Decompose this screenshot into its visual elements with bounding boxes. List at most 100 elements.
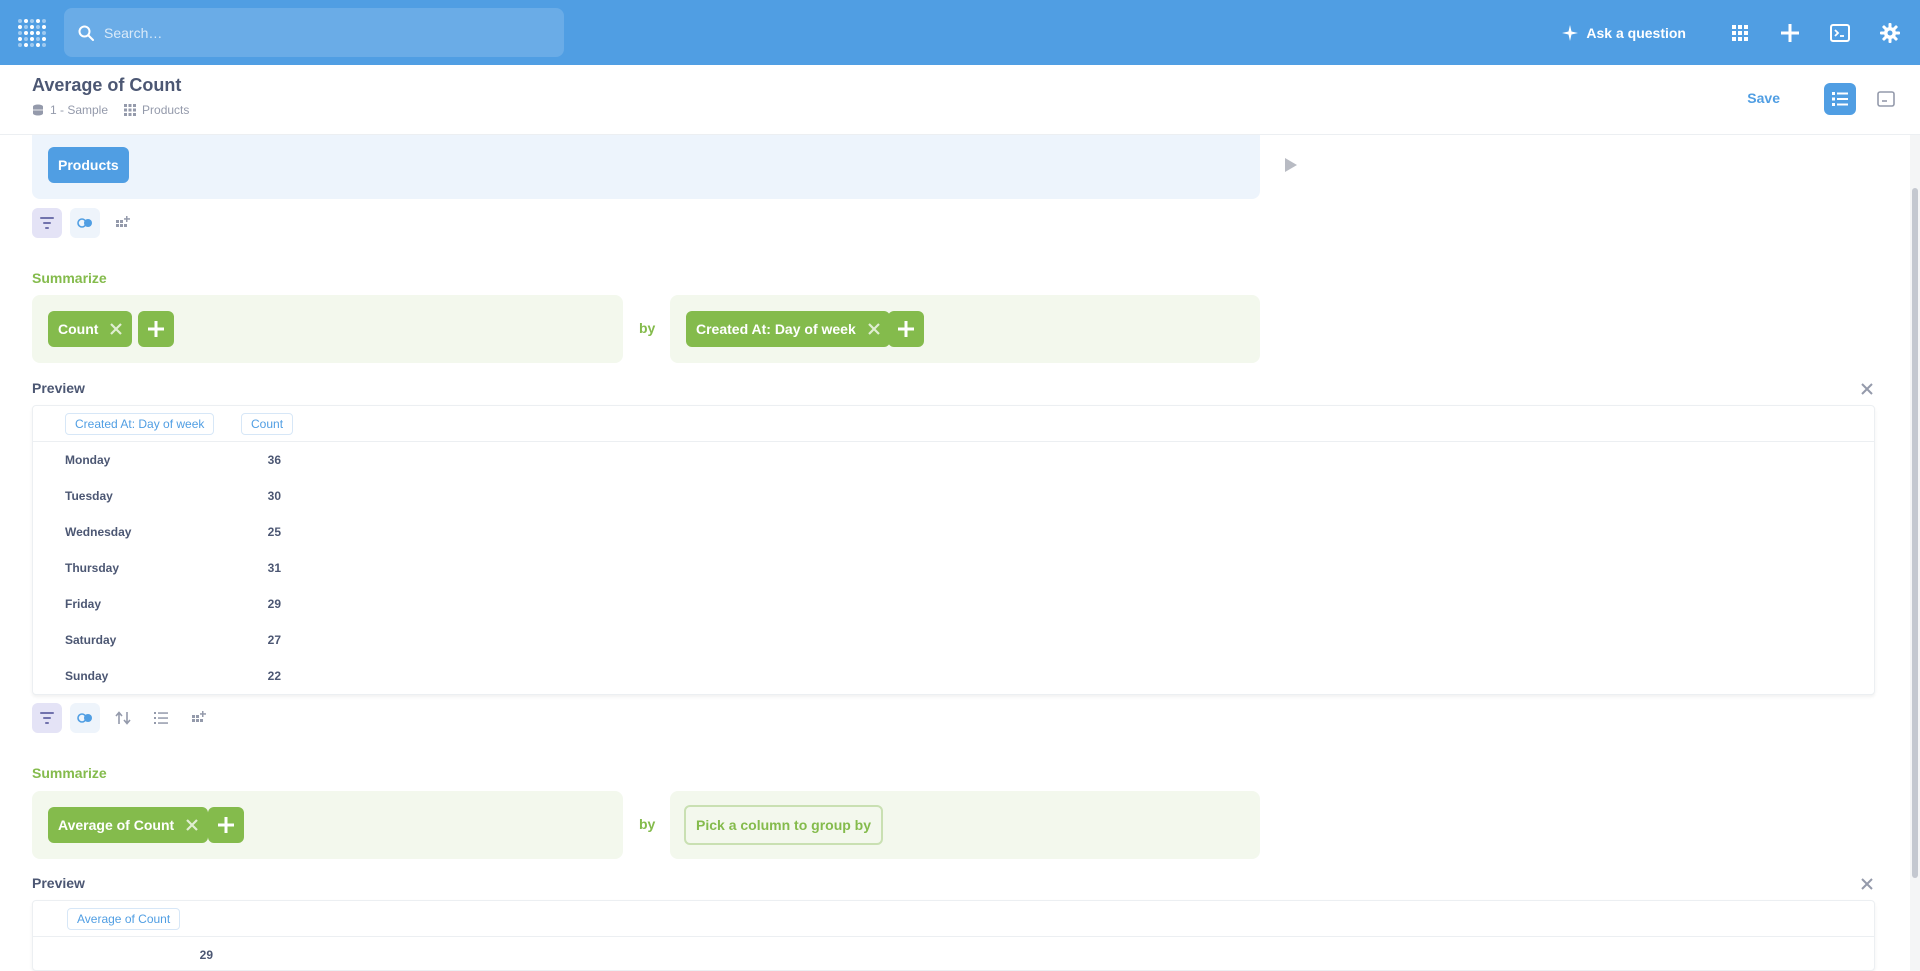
metabase-logo-icon[interactable] xyxy=(18,19,46,47)
table-cell: Saturday xyxy=(65,633,117,647)
table-cell: 27 xyxy=(267,633,281,647)
breakout-label: Created At: Day of week xyxy=(696,321,856,337)
table-cell: 30 xyxy=(267,489,281,503)
summarize-breakout-box-2: Pick a column to group by xyxy=(670,791,1260,859)
add-breakout-button[interactable] xyxy=(888,311,924,347)
filter-icon xyxy=(40,712,54,724)
close-icon[interactable] xyxy=(867,323,880,335)
breadcrumb-table[interactable]: Products xyxy=(124,103,189,117)
list-icon xyxy=(154,712,168,724)
table-cell: 29 xyxy=(199,948,213,962)
sort-action-button[interactable] xyxy=(108,703,138,733)
top-navbar: Ask a question xyxy=(0,0,1920,65)
new-button[interactable] xyxy=(1778,21,1802,45)
custom-column-action-button[interactable] xyxy=(184,703,214,733)
table-row: Monday 36 xyxy=(33,442,1874,478)
table-cell: Friday xyxy=(65,597,102,611)
scrollbar-thumb[interactable] xyxy=(1912,188,1918,878)
column-header[interactable]: Average of Count xyxy=(67,908,181,930)
table-cell: Thursday xyxy=(65,561,120,575)
plus-icon xyxy=(148,321,164,337)
preview-label-1: Preview xyxy=(32,380,85,396)
add-metric-button[interactable] xyxy=(138,311,174,347)
preview-table-1: Created At: Day of week Count Monday 36 T… xyxy=(32,405,1875,695)
table-cell: 36 xyxy=(267,453,281,467)
by-label-2: by xyxy=(639,816,656,832)
table-header: Average of Count xyxy=(33,901,1874,937)
notebook-toggle-button[interactable] xyxy=(1824,83,1856,115)
ask-question-label: Ask a question xyxy=(1586,24,1686,41)
table-row: Friday 29 xyxy=(33,586,1874,622)
custom-column-action-button[interactable] xyxy=(108,208,138,238)
plus-icon xyxy=(218,817,234,833)
browse-data-button[interactable] xyxy=(1728,21,1752,45)
add-column-icon xyxy=(192,711,206,722)
table-row: Tuesday 30 xyxy=(33,478,1874,514)
close-icon[interactable] xyxy=(186,819,198,831)
table-name: Products xyxy=(142,103,190,117)
summarize-metrics-box-1: Count xyxy=(32,295,623,363)
database-name: 1 - Sample xyxy=(50,103,109,117)
database-icon xyxy=(33,104,43,116)
column-header[interactable]: Count xyxy=(241,413,294,435)
metric-label: Average of Count xyxy=(58,817,175,833)
plus-icon xyxy=(898,321,914,337)
filter-action-button[interactable] xyxy=(32,703,62,733)
filter-action-button[interactable] xyxy=(32,208,62,238)
grid-icon xyxy=(1732,24,1748,41)
close-icon[interactable] xyxy=(110,323,123,335)
add-metric-button[interactable] xyxy=(208,807,244,843)
limit-action-button[interactable] xyxy=(146,703,176,733)
search-bar[interactable] xyxy=(64,8,564,57)
preview-close-button-2[interactable] xyxy=(1859,876,1875,892)
step-actions-2 xyxy=(32,703,214,733)
join-action-button[interactable] xyxy=(70,208,100,238)
table-cell: Monday xyxy=(65,453,111,467)
search-input[interactable] xyxy=(104,24,524,41)
play-icon xyxy=(1285,158,1297,172)
table-row: Sunday 22 xyxy=(33,658,1874,694)
view-sql-button[interactable] xyxy=(1874,87,1898,111)
sparkle-icon xyxy=(1562,24,1579,41)
table-row: Saturday 27 xyxy=(33,622,1874,658)
table-cell: Sunday xyxy=(65,669,109,683)
metric-pill-average-of-count[interactable]: Average of Count xyxy=(48,807,209,843)
summarize-label-1: Summarize xyxy=(32,270,107,286)
breakout-pill[interactable]: Created At: Day of week xyxy=(686,311,890,347)
plus-icon xyxy=(1781,23,1799,42)
ask-question-button[interactable]: Ask a question xyxy=(1562,24,1686,41)
save-button[interactable]: Save xyxy=(1747,90,1780,106)
sql-editor-button[interactable] xyxy=(1828,21,1852,45)
table-cell: 29 xyxy=(267,597,281,611)
sort-icon xyxy=(115,711,131,725)
join-action-button[interactable] xyxy=(70,703,100,733)
question-header: Average of Count 1 - Sample Products Sav… xyxy=(0,65,1920,135)
add-column-icon xyxy=(116,216,130,227)
preview-play-button[interactable] xyxy=(1284,157,1298,178)
table-cell: Tuesday xyxy=(65,489,113,503)
pick-group-column-button[interactable]: Pick a column to group by xyxy=(684,805,884,845)
table-row: Wednesday 25 xyxy=(33,514,1874,550)
breadcrumb-database[interactable]: 1 - Sample xyxy=(32,103,108,117)
step-actions-1 xyxy=(32,208,138,238)
table-cell: 22 xyxy=(267,669,281,683)
data-source-pill[interactable]: Products xyxy=(48,147,129,183)
summarize-metrics-box-2: Average of Count xyxy=(32,791,623,859)
join-icon xyxy=(77,218,92,228)
table-header: Created At: Day of week Count xyxy=(33,406,1874,442)
page-title[interactable]: Average of Count xyxy=(32,75,181,96)
preview-label-2: Preview xyxy=(32,875,85,891)
table-cell: Wednesday xyxy=(65,525,132,539)
column-header[interactable]: Created At: Day of week xyxy=(65,413,215,435)
table-cell: 31 xyxy=(267,561,281,575)
summarize-label-2: Summarize xyxy=(32,765,107,781)
table-grid-icon xyxy=(124,104,137,116)
table-row: 29 xyxy=(33,937,1874,970)
settings-button[interactable] xyxy=(1878,21,1902,45)
metric-pill-count[interactable]: Count xyxy=(48,311,133,347)
terminal-icon xyxy=(1830,23,1850,42)
preview-close-button-1[interactable] xyxy=(1859,381,1875,397)
by-label-1: by xyxy=(639,320,656,336)
data-step: Products xyxy=(32,135,1260,199)
notebook-icon xyxy=(1832,92,1848,106)
